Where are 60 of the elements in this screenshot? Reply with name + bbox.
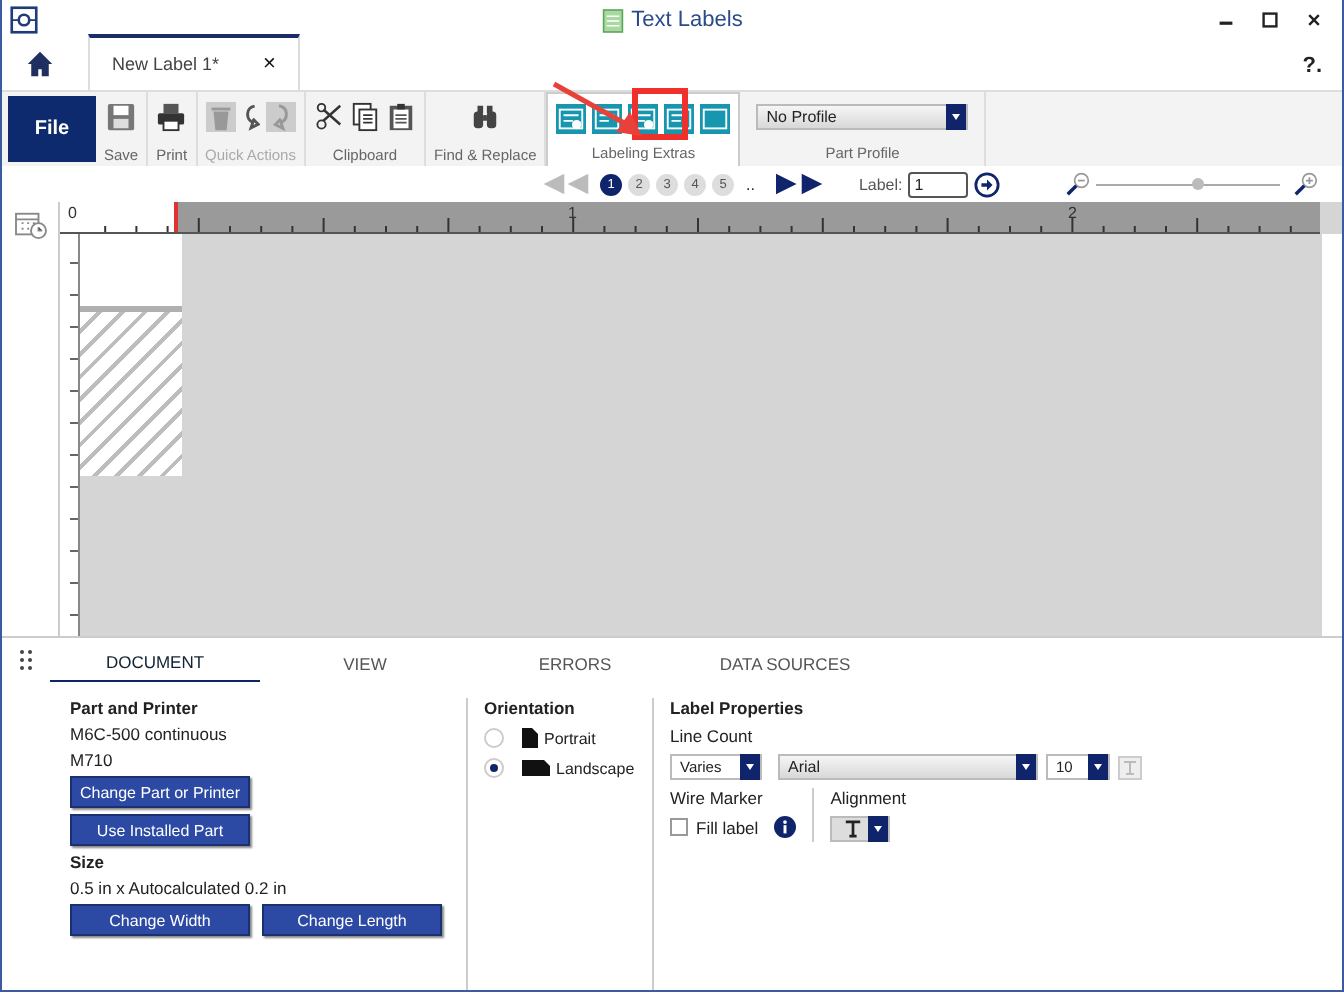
label-sheet-icon bbox=[601, 7, 624, 33]
label-caption: Label: bbox=[858, 175, 903, 193]
field-caption: Line Count bbox=[670, 726, 755, 746]
home-icon[interactable] bbox=[26, 50, 54, 78]
maximize-icon[interactable] bbox=[1262, 12, 1278, 28]
section-heading: Label Properties bbox=[670, 698, 806, 718]
file-button[interactable]: File bbox=[8, 96, 96, 162]
radio-label: Landscape bbox=[556, 759, 635, 777]
scissors-icon[interactable] bbox=[313, 101, 344, 131]
checkbox-label: Fill label bbox=[696, 817, 759, 837]
close-icon[interactable] bbox=[1306, 12, 1322, 28]
help-button[interactable]: ?. bbox=[1302, 53, 1322, 77]
text-align-icon bbox=[844, 820, 863, 838]
profile-dropdown[interactable]: No Profile bbox=[756, 103, 969, 129]
action-button[interactable]: Change Part or Printer bbox=[70, 776, 250, 808]
section-heading: Part and Printer bbox=[70, 698, 200, 718]
zoom-out-icon[interactable] bbox=[1066, 172, 1091, 196]
checkbox[interactable] bbox=[670, 818, 688, 836]
app-icon[interactable] bbox=[10, 6, 38, 34]
binoculars-icon[interactable] bbox=[470, 101, 501, 131]
action-button[interactable]: Use Installed Part bbox=[70, 814, 250, 846]
panel-tab[interactable]: DATA SOURCES bbox=[680, 654, 890, 682]
info-icon[interactable] bbox=[774, 816, 797, 838]
action-button[interactable]: Change Length bbox=[262, 904, 442, 936]
landscape-page-icon bbox=[522, 760, 550, 776]
rotate-icon[interactable] bbox=[241, 101, 260, 131]
label-number-field[interactable]: 1 bbox=[908, 171, 969, 197]
radio-button[interactable] bbox=[484, 758, 504, 778]
copy-icon[interactable] bbox=[349, 101, 380, 131]
window-title: Text Labels bbox=[631, 8, 743, 32]
section-heading: Size bbox=[70, 852, 107, 872]
pointer-arrow bbox=[550, 80, 646, 140]
radio-label: Portrait bbox=[544, 729, 596, 747]
portrait-page-icon bbox=[522, 728, 538, 748]
clipboard-icon[interactable] bbox=[385, 101, 416, 131]
document-tab[interactable]: New Label 1* × bbox=[88, 34, 300, 90]
labeling-tool-icon[interactable] bbox=[556, 103, 587, 133]
printer-name: M710 bbox=[70, 750, 115, 770]
more-pages[interactable]: .. bbox=[746, 175, 755, 193]
zoom-in-icon[interactable] bbox=[1294, 172, 1319, 196]
panel-tab[interactable]: DOCUMENT bbox=[50, 652, 260, 682]
size-text: 0.5 in x Autocalculated 0.2 in bbox=[70, 878, 289, 898]
horizontal-ruler: 0 1 2 bbox=[60, 202, 1320, 234]
field-caption: Alignment bbox=[830, 788, 906, 808]
font-dropdown[interactable]: Arial bbox=[778, 754, 1038, 780]
alignment-dropdown[interactable] bbox=[830, 816, 891, 842]
vertical-scrollbar[interactable] bbox=[1322, 234, 1342, 636]
calendar-clock-icon[interactable] bbox=[13, 210, 47, 240]
printer-icon[interactable] bbox=[156, 101, 187, 131]
panel-tab[interactable]: VIEW bbox=[260, 654, 470, 682]
label-area bbox=[80, 234, 182, 312]
radio-button[interactable] bbox=[484, 728, 504, 748]
grip-icon[interactable] bbox=[20, 650, 32, 670]
section-heading: Orientation bbox=[484, 698, 577, 718]
numbering-icon[interactable] bbox=[700, 103, 731, 133]
close-tab-icon[interactable]: × bbox=[263, 52, 276, 76]
field-caption: Wire Marker bbox=[670, 788, 765, 808]
action-button[interactable]: Change Width bbox=[70, 904, 250, 936]
panel-tab[interactable]: ERRORS bbox=[470, 654, 680, 682]
part-name: M6C-500 continuous bbox=[70, 724, 229, 744]
